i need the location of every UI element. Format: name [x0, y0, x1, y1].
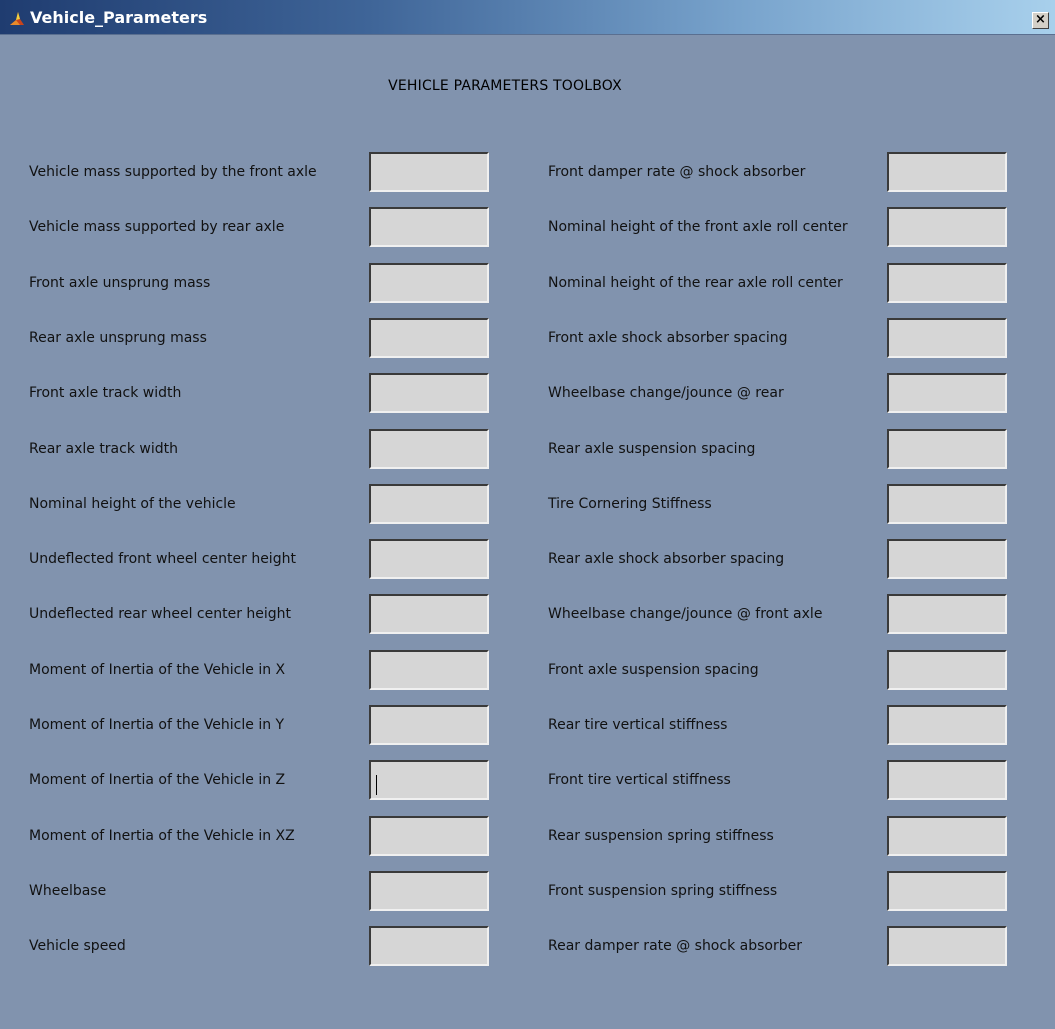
left-parameter-input[interactable]: [369, 816, 489, 856]
right-parameter-label: Front axle shock absorber spacing: [548, 330, 788, 346]
right-parameter-label: Tire Cornering Stiffness: [548, 496, 712, 512]
left-parameter-input[interactable]: [369, 207, 489, 247]
right-parameter-input[interactable]: [887, 429, 1007, 469]
right-parameter-input[interactable]: [887, 594, 1007, 634]
left-parameter-input[interactable]: [369, 318, 489, 358]
left-parameter-input[interactable]: [369, 871, 489, 911]
left-parameter-input[interactable]: [369, 705, 489, 745]
left-parameter-input[interactable]: [369, 484, 489, 524]
left-parameter-label: Undeflected front wheel center height: [29, 551, 296, 567]
right-parameter-label: Rear tire vertical stiffness: [548, 717, 728, 733]
left-parameter-label: Moment of Inertia of the Vehicle in Y: [29, 717, 285, 733]
left-parameter-label: Vehicle mass supported by the front axle: [29, 164, 317, 180]
toolbox-heading: VEHICLE PARAMETERS TOOLBOX: [388, 78, 622, 94]
left-parameter-label: Moment of Inertia of the Vehicle in XZ: [29, 828, 295, 844]
left-parameter-input[interactable]: [369, 263, 489, 303]
right-parameter-input[interactable]: [887, 152, 1007, 192]
left-parameter-label: Vehicle speed: [29, 938, 126, 954]
right-parameter-input[interactable]: [887, 650, 1007, 690]
title-bar[interactable]: Vehicle_Parameters ×: [0, 0, 1055, 35]
right-parameter-label: Wheelbase change/jounce @ front axle: [548, 606, 823, 622]
right-parameter-label: Nominal height of the front axle roll ce…: [548, 219, 848, 235]
left-parameter-label: Front axle track width: [29, 385, 182, 401]
window-title: Vehicle_Parameters: [30, 8, 208, 27]
text-cursor: [376, 775, 377, 795]
left-parameter-label: Rear axle track width: [29, 441, 178, 457]
left-parameter-label: Rear axle unsprung mass: [29, 330, 207, 346]
left-parameter-label: Nominal height of the vehicle: [29, 496, 236, 512]
right-parameter-label: Front suspension spring stiffness: [548, 883, 778, 899]
right-parameter-input[interactable]: [887, 871, 1007, 911]
right-parameter-label: Rear damper rate @ shock absorber: [548, 938, 802, 954]
right-parameter-label: Rear axle shock absorber spacing: [548, 551, 785, 567]
right-parameter-input[interactable]: [887, 373, 1007, 413]
right-parameter-input[interactable]: [887, 318, 1007, 358]
right-parameter-label: Rear suspension spring stiffness: [548, 828, 774, 844]
right-parameter-input[interactable]: [887, 705, 1007, 745]
left-parameter-label: Undeflected rear wheel center height: [29, 606, 292, 622]
close-icon: ×: [1035, 12, 1046, 27]
vehicle-parameters-window: Vehicle_Parameters × VEHICLE PARAMETERS …: [0, 0, 1055, 1029]
right-parameter-label: Front tire vertical stiffness: [548, 772, 731, 788]
right-parameter-input[interactable]: [887, 816, 1007, 856]
left-parameter-label: Moment of Inertia of the Vehicle in Z: [29, 772, 286, 788]
matlab-icon: [10, 12, 24, 25]
right-parameter-input[interactable]: [887, 760, 1007, 800]
left-parameter-input[interactable]: [369, 373, 489, 413]
left-parameter-input[interactable]: [369, 152, 489, 192]
right-parameter-label: Rear axle suspension spacing: [548, 441, 756, 457]
left-parameter-input[interactable]: [369, 926, 489, 966]
right-parameter-label: Wheelbase change/jounce @ rear: [548, 385, 784, 401]
right-parameter-input[interactable]: [887, 207, 1007, 247]
left-parameter-label: Front axle unsprung mass: [29, 275, 211, 291]
left-parameter-input[interactable]: [369, 760, 489, 800]
left-parameter-label: Vehicle mass supported by rear axle: [29, 219, 285, 235]
left-parameter-input[interactable]: [369, 650, 489, 690]
right-parameter-label: Nominal height of the rear axle roll cen…: [548, 275, 843, 291]
right-parameter-input[interactable]: [887, 539, 1007, 579]
right-parameter-input[interactable]: [887, 926, 1007, 966]
right-parameter-input[interactable]: [887, 484, 1007, 524]
close-button[interactable]: ×: [1032, 12, 1049, 29]
right-parameter-input[interactable]: [887, 263, 1007, 303]
right-parameter-label: Front damper rate @ shock absorber: [548, 164, 806, 180]
right-parameter-label: Front axle suspension spacing: [548, 662, 759, 678]
left-parameter-label: Wheelbase: [29, 883, 107, 899]
left-parameter-input[interactable]: [369, 539, 489, 579]
left-parameter-input[interactable]: [369, 429, 489, 469]
left-parameter-input[interactable]: [369, 594, 489, 634]
left-parameter-label: Moment of Inertia of the Vehicle in X: [29, 662, 286, 678]
